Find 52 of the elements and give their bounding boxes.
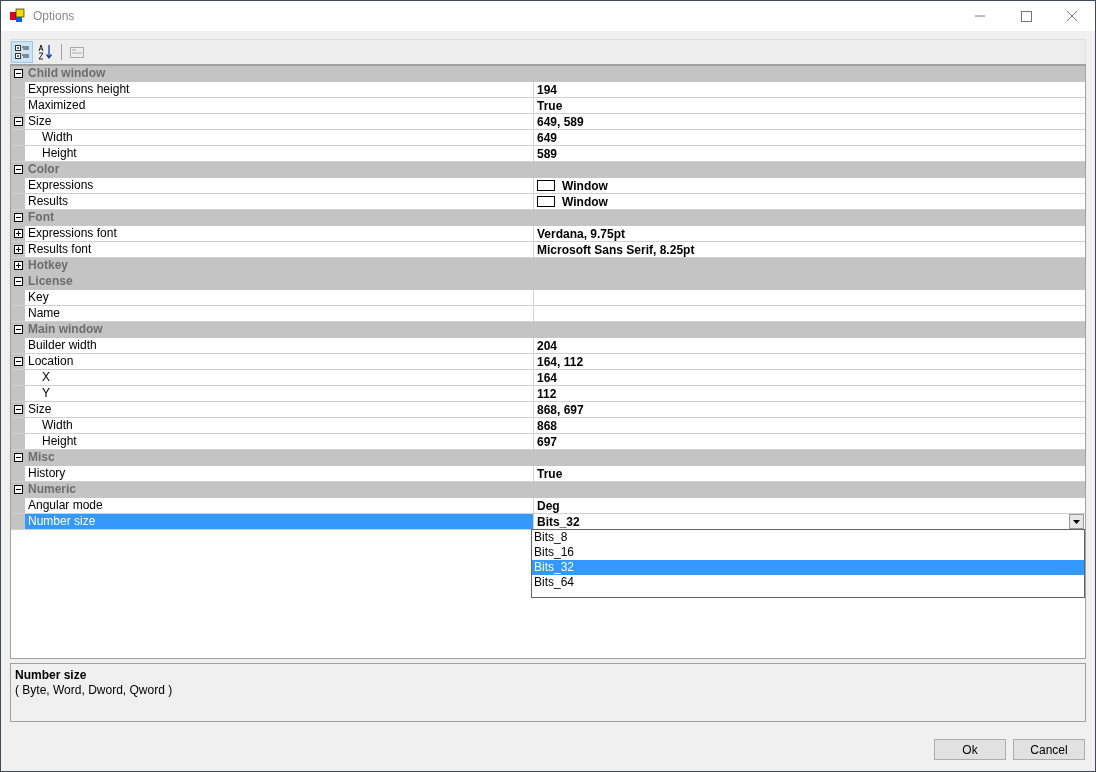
categorized-list-icon: [14, 44, 30, 60]
property-value[interactable]: Window: [562, 178, 608, 193]
dropdown-option[interactable]: Bits_64: [532, 575, 1084, 590]
dropdown-option[interactable]: Bits_16: [532, 545, 1084, 560]
property-value[interactable]: Deg: [537, 498, 560, 513]
property-name[interactable]: Width: [25, 130, 534, 145]
property-name[interactable]: Height: [25, 434, 534, 449]
window-title: Options: [33, 9, 75, 23]
property-name[interactable]: X: [25, 370, 534, 385]
property-value[interactable]: 204: [537, 338, 558, 353]
help-description: ( Byte, Word, Dword, Qword ): [15, 683, 174, 697]
property-name[interactable]: Y: [25, 386, 534, 401]
property-value[interactable]: 697: [537, 434, 558, 449]
property-value[interactable]: 649: [537, 130, 558, 145]
property-name[interactable]: Results font: [25, 242, 534, 257]
property-value[interactable]: 194: [537, 82, 558, 97]
property-name[interactable]: Size: [25, 402, 534, 417]
categorized-view-button[interactable]: [11, 41, 33, 63]
property-name[interactable]: Expressions height: [25, 82, 534, 97]
help-title: Number size: [15, 668, 88, 682]
property-value[interactable]: True: [537, 466, 563, 481]
app-icon: [10, 8, 26, 24]
property-pages-icon: [69, 44, 85, 60]
property-name[interactable]: Expressions font: [25, 226, 534, 241]
property-value[interactable]: Microsoft Sans Serif, 8.25pt: [537, 242, 695, 257]
property-name[interactable]: Name: [25, 306, 534, 321]
property-name[interactable]: Results: [25, 194, 534, 209]
property-name[interactable]: Key: [25, 290, 534, 305]
property-value[interactable]: 112: [537, 386, 557, 401]
property-value[interactable]: 589: [537, 146, 558, 161]
sort-icon: [38, 44, 54, 60]
property-name[interactable]: Maximized: [25, 98, 534, 113]
property-value[interactable]: 164: [537, 370, 558, 385]
ok-button[interactable]: Ok: [934, 739, 1006, 760]
property-name[interactable]: Angular mode: [25, 498, 534, 513]
property-name[interactable]: History: [25, 466, 534, 481]
dropdown-option[interactable]: Bits_8: [532, 530, 1084, 545]
value-dropdown[interactable]: Bits_32: [537, 514, 1085, 529]
property-value[interactable]: 868, 697: [537, 402, 584, 417]
property-value[interactable]: 649, 589: [537, 114, 584, 129]
property-value[interactable]: 164, 112: [537, 354, 584, 369]
cancel-button[interactable]: Cancel: [1013, 739, 1085, 760]
property-name[interactable]: Builder width: [25, 338, 534, 353]
property-name[interactable]: Expressions: [25, 178, 534, 193]
property-name[interactable]: Location: [25, 354, 534, 369]
property-name[interactable]: Height: [25, 146, 534, 161]
property-name[interactable]: Width: [25, 418, 534, 433]
property-value[interactable]: 868: [537, 418, 558, 433]
property-name[interactable]: Size: [25, 114, 534, 129]
property-value[interactable]: Window: [562, 194, 608, 209]
property-value[interactable]: Verdana, 9.75pt: [537, 226, 626, 241]
property-value[interactable]: True: [537, 98, 563, 113]
